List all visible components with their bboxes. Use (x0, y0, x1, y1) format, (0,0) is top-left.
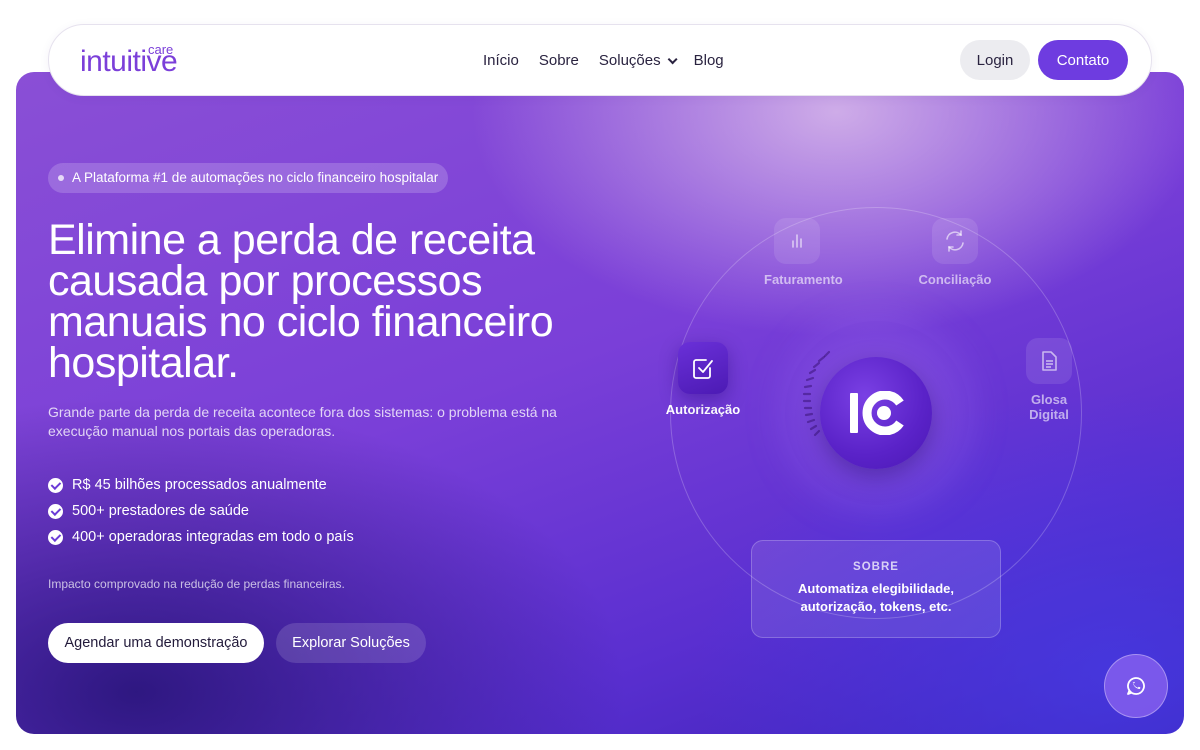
nav-links: Início Sobre Soluções Blog (483, 51, 724, 71)
sobre-card: SOBRE Automatiza elegibilidade, autoriza… (751, 540, 1001, 638)
node-glosa-label-line1: Glosa (1030, 392, 1068, 407)
sobre-card-line1: Automatiza elegibilidade, (797, 581, 955, 596)
node-conciliacao[interactable]: Conciliação (918, 218, 992, 287)
schedule-demo-button[interactable]: Agendar uma demonstração (48, 623, 264, 663)
hero-section: A Plataforma #1 de automações no ciclo f… (16, 72, 1184, 734)
sobre-card-title: SOBRE (853, 561, 899, 573)
document-icon (1042, 351, 1057, 371)
impact-note: Impacto comprovado na redução de perdas … (48, 577, 345, 591)
check-item-text: 400+ operadoras integradas em todo o paí… (72, 529, 354, 545)
ic-logo-icon (850, 391, 904, 435)
check-square-icon (693, 359, 713, 379)
hero-headline: Elimine a perda de receita causada por p… (48, 216, 554, 387)
node-glosa-box (1026, 338, 1072, 384)
nav-link-inicio[interactable]: Início (483, 51, 519, 71)
node-faturamento-box (774, 218, 820, 264)
refresh-icon (946, 230, 964, 252)
check-circle-icon (48, 503, 63, 519)
node-glosa-label-line2: Digital (1029, 407, 1069, 422)
check-item: 500+ prestadores de saúde (48, 498, 354, 524)
top-navbar: care intuitive Início Sobre Soluções Blo… (48, 24, 1152, 96)
sobre-card-text: Automatiza elegibilidade, autorização, t… (752, 580, 1000, 616)
check-circle-icon (48, 529, 63, 545)
nav-link-blog[interactable]: Blog (694, 51, 724, 71)
badge-dot-icon (58, 175, 64, 181)
chevron-down-icon (667, 53, 678, 64)
node-conciliacao-box (932, 218, 978, 264)
node-glosa-label: Glosa Digital (1016, 392, 1082, 422)
node-conciliacao-label: Conciliação (918, 272, 992, 287)
contact-button[interactable]: Contato (1038, 40, 1128, 80)
check-item-text: 500+ prestadores de saúde (72, 503, 249, 519)
node-autorizacao-label: Autorização (665, 402, 741, 417)
node-faturamento[interactable]: Faturamento (764, 218, 843, 287)
node-autorizacao[interactable]: Autorização (658, 342, 748, 417)
logo-main-text: intuitive (80, 45, 178, 78)
hero-checklist: R$ 45 bilhões processados anualmente 500… (48, 472, 354, 550)
nav-link-solucoes-label: Soluções (598, 52, 661, 69)
whatsapp-icon (1127, 677, 1145, 695)
check-item: R$ 45 bilhões processados anualmente (48, 472, 354, 498)
check-item: 400+ operadoras integradas em todo o paí… (48, 524, 354, 550)
bar-chart-icon (792, 234, 802, 248)
whatsapp-button[interactable] (1104, 654, 1168, 718)
check-item-text: R$ 45 bilhões processados anualmente (72, 477, 327, 493)
explore-solutions-button[interactable]: Explorar Soluções (276, 623, 426, 663)
sobre-card-line2: autorização, tokens, etc. (800, 599, 952, 614)
login-button[interactable]: Login (960, 40, 1030, 80)
node-autorizacao-box (678, 342, 728, 394)
check-circle-icon (48, 477, 63, 493)
node-glosa-digital[interactable]: Glosa Digital (1016, 338, 1082, 422)
badge-text: A Plataforma #1 de automações no ciclo f… (72, 170, 439, 185)
node-faturamento-label: Faturamento (764, 272, 843, 287)
nav-link-sobre[interactable]: Sobre (539, 51, 579, 71)
intuitive-care-logo[interactable]: care intuitive (80, 43, 196, 79)
nav-link-solucoes[interactable]: Soluções (598, 51, 678, 71)
hero-subtitle: Grande parte da perda de receita acontec… (48, 404, 557, 439)
core-logo-circle (820, 357, 932, 469)
hero-badge: A Plataforma #1 de automações no ciclo f… (48, 163, 449, 193)
